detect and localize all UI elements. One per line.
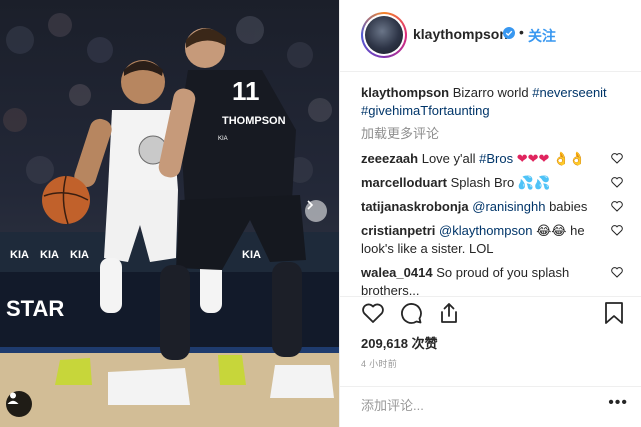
comment-item: walea_0414 So proud of you splash brothe… [361,264,623,300]
post-timestamp[interactable]: 4 小时前 [361,357,397,370]
load-more-comments-link[interactable]: 加载更多评论 [361,125,623,143]
banner-star-text: STAR [6,296,64,321]
comment-item: marcelloduart Splash Bro 💦💦 [361,174,623,192]
comment-emoji-hearts: ❤❤❤ [516,151,550,166]
comment-username[interactable]: tatijanaskrobonja [361,199,469,214]
header-separator: • [519,24,524,40]
comment-item: zeeezaah Love y'all #Bros ❤❤❤ 👌👌 [361,150,623,168]
verified-badge-icon [503,27,515,39]
post-caption: klaythompson Bizarro world #neverseenit … [361,84,623,120]
ad-kia-2: KIA [40,249,59,261]
post-header: klaythompson • 关注 [340,0,641,72]
comment-username[interactable]: marcelloduart [361,175,447,190]
heart-icon[interactable] [611,267,623,278]
hashtag-link[interactable]: #Bros [479,151,513,166]
mention-link[interactable]: @ranisinghh [472,199,545,214]
caption-username[interactable]: klaythompson [361,85,449,100]
jersey-name: THOMPSON [222,115,286,127]
comment-icon[interactable] [399,301,423,325]
comment-item: cristianpetri @klaythompson 😂😂 he look's… [361,222,623,258]
ad-kia-4: KIA [242,249,261,261]
tagged-users-button[interactable] [6,391,32,417]
heart-icon[interactable] [611,201,623,212]
likes-count[interactable]: 209,618 次赞 [361,333,438,352]
jersey-brand: KIA [218,136,228,142]
comment-item: tatijanaskrobonja @ranisinghh babies [361,198,623,216]
hashtag-link[interactable]: #neverseenit [532,85,606,100]
user-tag-icon [7,392,19,404]
more-options-button[interactable]: ••• [608,394,628,412]
comment-username[interactable]: zeeezaah [361,151,418,166]
post-side-panel: klaythompson • 关注 klaythompson Bizarro w… [339,0,641,427]
mention-link[interactable]: @klaythompson [439,223,532,238]
avatar[interactable] [361,12,407,58]
bookmark-icon[interactable] [603,301,625,325]
comment-username[interactable]: cristianpetri [361,223,435,238]
comment-username[interactable]: walea_0414 [361,265,433,280]
comment-emoji: 💦💦 [517,175,551,190]
comments-list: klaythompson Bizarro world #neverseenit … [361,84,623,306]
hashtag-link[interactable]: #givehimaTfortaunting [361,103,490,118]
comment-input[interactable] [361,395,561,415]
like-heart-icon[interactable] [361,301,385,325]
comment-text: babies [549,199,588,214]
chevron-right-icon [307,200,314,210]
header-username[interactable]: klaythompson [413,26,508,42]
comment-emoji-hands: 👌👌 [553,151,586,166]
photo-illustration: KIA KIA KIA KIA STAR 11 THOMPSON KIA [0,13,339,427]
post-photo[interactable]: KIA KIA KIA KIA STAR 11 THOMPSON KIA [0,0,339,427]
next-photo-button[interactable] [305,200,327,222]
post-actions-bar: 209,618 次赞 4 小时前 [340,296,641,386]
likes-label: 次赞 [411,336,438,351]
heart-icon[interactable] [611,153,623,164]
follow-button[interactable]: 关注 [528,26,556,46]
ad-kia-3: KIA [70,249,89,261]
comment-text: Love y'all [421,151,476,166]
heart-icon[interactable] [611,177,623,188]
ad-kia-1: KIA [10,249,29,261]
comment-emoji: 😂😂 [536,223,567,238]
jersey-number: 11 [232,76,260,106]
share-icon[interactable] [437,301,461,325]
caption-text: Bizarro world [452,85,529,100]
likes-number: 209,618 [361,336,408,351]
add-comment-bar: ••• [340,386,641,427]
comment-text: Splash Bro [450,175,515,190]
heart-icon[interactable] [611,225,623,236]
